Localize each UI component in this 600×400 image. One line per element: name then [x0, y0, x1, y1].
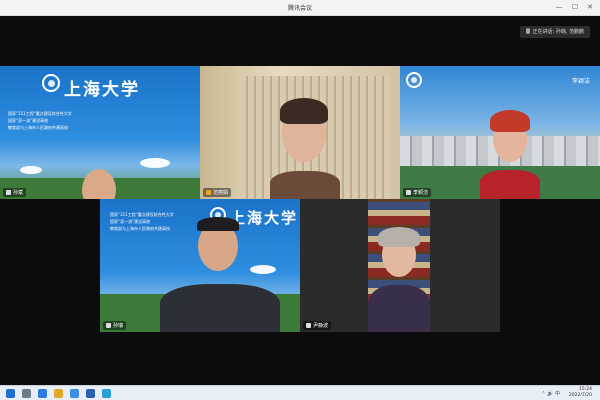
- edge-browser-icon[interactable]: [38, 389, 47, 398]
- slogan-line: 国家“211工程”重点建设综合性大学: [8, 111, 72, 116]
- title-bar: 腾讯会议 — ☐ ✕: [0, 0, 600, 16]
- speaking-label: 正在讲话: 孙瑞, 范鹏鹏: [532, 29, 584, 35]
- video-tile-1[interactable]: 上海大学 国家“211工程”重点建设综合性大学 国家“双一流”建设高校 教育部与…: [0, 66, 200, 199]
- slogan-line: 国家“211工程”重点建设综合性大学: [110, 212, 174, 217]
- slogan-list: 国家“211工程”重点建设综合性大学 国家“双一流”建设高校 教育部与上海市人民…: [8, 110, 72, 131]
- participant-head: [82, 169, 116, 199]
- taskbar: ⌃ 🔊 中 15:24 2022/7/20: [0, 385, 600, 400]
- mic-icon: [206, 190, 211, 195]
- university-logo-text: 上海大学: [64, 80, 140, 100]
- participant-hair: [197, 217, 239, 231]
- video-tile-5[interactable]: 尹静波: [300, 199, 500, 332]
- start-icon[interactable]: [6, 389, 15, 398]
- participant-name-label: 范丽娟: [203, 188, 232, 197]
- university-logo-text: 上海大学: [230, 209, 299, 227]
- participant-body: [480, 170, 540, 199]
- overlay-name: 李颖洁: [571, 78, 590, 85]
- slogan-line: 教育部与上海市人民政府共建高校: [110, 226, 170, 231]
- cloud-decoration: [250, 265, 276, 274]
- mic-icon: [525, 28, 530, 34]
- university-emblem-icon: [42, 74, 60, 92]
- video-tile-2[interactable]: 范丽娟: [200, 66, 400, 199]
- participant-name-label: 孙瑞: [103, 321, 127, 330]
- window-title: 腾讯会议: [287, 5, 312, 12]
- participant-hair: [378, 227, 420, 247]
- participant-body: [270, 171, 340, 199]
- minimize-icon[interactable]: —: [552, 2, 566, 13]
- mic-icon: [106, 323, 111, 328]
- participant-body: [368, 285, 430, 332]
- slogan-line: 国家“双一流”建设高校: [110, 219, 151, 224]
- participant-name-label: 尹静波: [303, 321, 332, 330]
- clock[interactable]: 15:24 2022/7/20: [569, 387, 592, 399]
- participant-name-label: 孙斌: [3, 188, 27, 197]
- university-emblem-icon: [406, 72, 422, 88]
- mic-icon: [406, 190, 411, 195]
- video-tile-3[interactable]: 李颖洁 李颖洁: [400, 66, 600, 199]
- cloud-decoration: [140, 158, 170, 168]
- clock-date: 2022/7/20: [568, 393, 592, 398]
- video-tile-4[interactable]: 国家“211工程”重点建设综合性大学 国家“双一流”建设高校 教育部与上海市人民…: [100, 199, 300, 332]
- mic-icon: [306, 323, 311, 328]
- word-icon[interactable]: [86, 389, 95, 398]
- participant-hair: [490, 110, 530, 132]
- slogan-line: 国家“双一流”建设高校: [8, 118, 49, 123]
- slogan-line: 教育部与上海市人民政府共建高校: [8, 125, 68, 130]
- task-view-icon[interactable]: [22, 389, 31, 398]
- speaking-indicator: 正在讲话: 孙瑞, 范鹏鹏: [519, 26, 590, 38]
- participant-name-label: 李颖洁: [403, 188, 432, 197]
- meeting-app-icon[interactable]: [102, 389, 111, 398]
- slogan-list: 国家“211工程”重点建设综合性大学 国家“双一流”建设高校 教育部与上海市人民…: [110, 211, 174, 232]
- cloud-decoration: [20, 166, 42, 174]
- system-tray-icons[interactable]: ⌃ 🔊 中: [541, 390, 560, 397]
- participant-body: [160, 284, 280, 332]
- file-explorer-icon[interactable]: [54, 389, 63, 398]
- store-icon[interactable]: [70, 389, 79, 398]
- meeting-window: 腾讯会议 — ☐ ✕ 正在讲话: 孙瑞, 范鹏鹏 上海大学 国家“211工程”重…: [0, 0, 600, 385]
- participant-hair: [280, 98, 328, 124]
- mic-icon: [6, 190, 11, 195]
- close-icon[interactable]: ✕: [583, 2, 597, 13]
- maximize-icon[interactable]: ☐: [568, 2, 582, 13]
